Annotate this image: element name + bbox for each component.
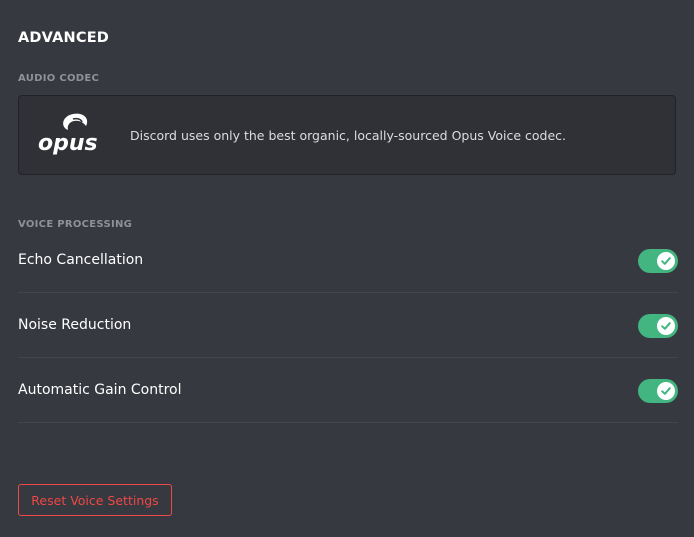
voice-advanced-settings-panel: ADVANCED AUDIO CODEC opus Discord uses o… bbox=[18, 0, 678, 537]
audio-codec-section-label: AUDIO CODEC bbox=[18, 73, 100, 84]
toggle-knob bbox=[657, 382, 675, 400]
echo-cancellation-toggle[interactable] bbox=[638, 249, 678, 273]
setting-row-noise-reduction: Noise Reduction bbox=[18, 294, 678, 358]
codec-description: Discord uses only the best organic, loca… bbox=[130, 128, 566, 143]
opus-logo-icon: opus bbox=[38, 113, 98, 156]
automatic-gain-control-toggle[interactable] bbox=[638, 379, 678, 403]
opus-logo-text: opus bbox=[38, 131, 98, 156]
check-icon bbox=[661, 387, 671, 395]
noise-reduction-toggle[interactable] bbox=[638, 314, 678, 338]
toggle-knob bbox=[657, 317, 675, 335]
page-title: ADVANCED bbox=[18, 30, 110, 46]
audio-codec-card: opus Discord uses only the best organic,… bbox=[18, 95, 676, 175]
setting-row-echo-cancellation: Echo Cancellation bbox=[18, 229, 678, 293]
noise-reduction-label: Noise Reduction bbox=[18, 317, 132, 333]
check-icon bbox=[661, 322, 671, 330]
setting-row-automatic-gain-control: Automatic Gain Control bbox=[18, 359, 678, 423]
check-icon bbox=[661, 257, 671, 265]
toggle-knob bbox=[657, 252, 675, 270]
automatic-gain-control-label: Automatic Gain Control bbox=[18, 382, 182, 398]
echo-cancellation-label: Echo Cancellation bbox=[18, 252, 144, 268]
reset-voice-settings-button[interactable]: Reset Voice Settings bbox=[18, 484, 172, 516]
